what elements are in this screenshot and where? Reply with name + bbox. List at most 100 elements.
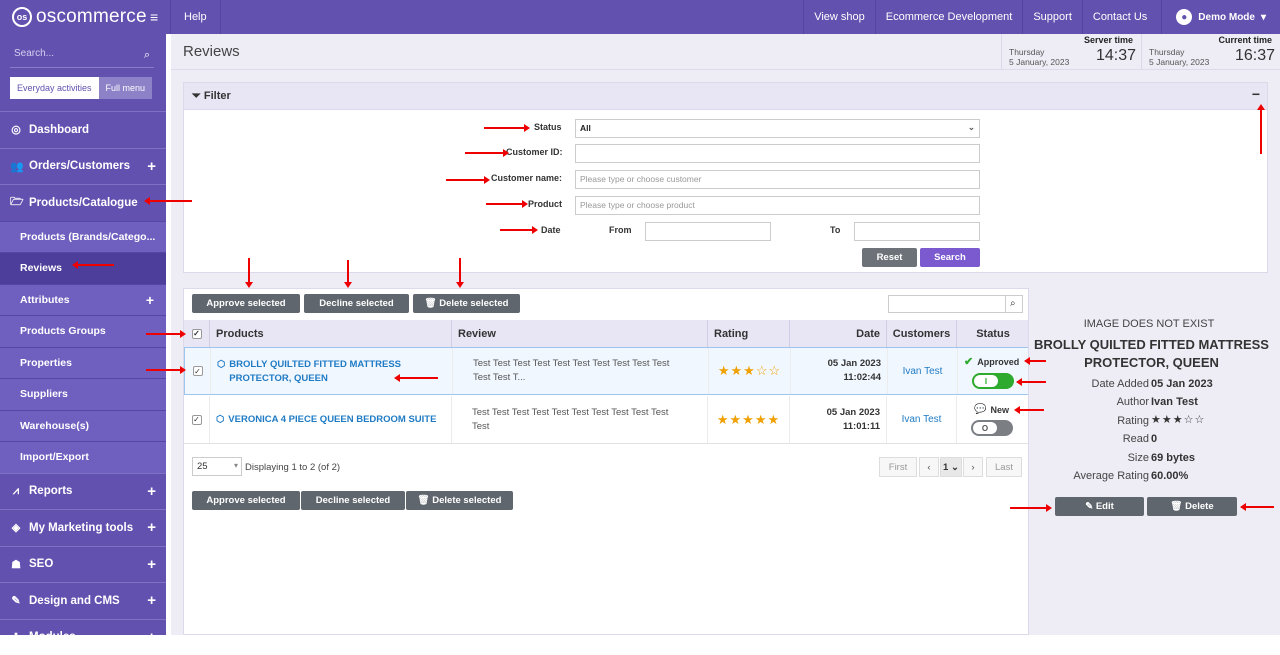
from-label: From — [609, 225, 632, 235]
table-row[interactable]: ✓ ⬡ VERONICA 4 PIECE QUEEN BEDROOM SUITE… — [184, 396, 1029, 444]
col-status[interactable]: Status — [957, 320, 1029, 347]
edit-button[interactable]: ✎ Edit — [1055, 497, 1144, 516]
sidebar-item-reports[interactable]: ⩘Reports+ — [0, 473, 166, 510]
brand-logo[interactable]: os oscommerce — [12, 6, 147, 28]
sidebar-subitem-products-groups[interactable]: Products Groups — [0, 315, 166, 347]
check-icon: ✔ — [964, 355, 973, 368]
last-page-button[interactable]: Last — [986, 457, 1022, 477]
expand-icon[interactable]: + — [147, 158, 156, 175]
per-page-select[interactable]: 25▾ — [192, 457, 242, 476]
customer-link[interactable]: Ivan Test — [903, 366, 943, 377]
contact-us-link[interactable]: Contact Us — [1082, 0, 1161, 34]
select-all-checkbox[interactable]: ✓ — [192, 329, 202, 339]
sidebar-item-products-catalogue[interactable]: 🗁Products/Catalogue — [0, 184, 166, 221]
server-time: Server time Thursday5 January, 2023 14:3… — [1001, 34, 1141, 70]
sidebar-search-input[interactable]: Search... ⌕ — [10, 44, 154, 68]
filter-header[interactable]: ⏷ Filter − — [184, 83, 1267, 110]
col-customers[interactable]: Customers — [887, 320, 957, 347]
expand-icon[interactable]: + — [147, 483, 156, 500]
sidebar-subitem-reviews[interactable]: Reviews — [0, 252, 166, 284]
expand-icon[interactable]: + — [147, 592, 156, 609]
search-icon[interactable]: ⌕ — [144, 49, 150, 62]
support-link[interactable]: Support — [1022, 0, 1082, 34]
sidebar-subitem-products-brands[interactable]: Products (Brands/Catego... — [0, 221, 166, 253]
status-cell: 💬New O — [957, 396, 1029, 443]
reset-button[interactable]: Reset — [862, 248, 917, 267]
decline-selected-button[interactable]: Decline selected — [304, 294, 409, 313]
customer-id-input[interactable] — [575, 144, 980, 163]
table-row[interactable]: ✓ ⬡ BROLLY QUILTED FITTED MATTRESS PROTE… — [184, 347, 1029, 395]
expand-icon[interactable]: + — [146, 292, 154, 308]
row-checkbox[interactable]: ✓ — [193, 366, 203, 376]
decline-selected-button-bottom[interactable]: Decline selected — [301, 491, 405, 510]
sidebar-subitem-import-export[interactable]: Import/Export — [0, 441, 166, 473]
col-products[interactable]: Products — [210, 320, 452, 347]
table-search-icon[interactable]: ⌕ — [1005, 295, 1023, 313]
help-link[interactable]: Help — [170, 0, 221, 34]
status-select[interactable]: All⌄ — [575, 119, 980, 138]
delete-selected-button[interactable]: 🗑 Delete selected — [413, 294, 520, 313]
customer-name-input[interactable]: Please type or choose customer — [575, 170, 980, 189]
puzzle-icon: ✚ — [10, 631, 22, 644]
product-link[interactable]: VERONICA 4 PIECE QUEEN BEDROOM SUITE — [228, 413, 436, 427]
hamburger-menu-icon[interactable]: ≡ — [150, 9, 158, 25]
date-day: 05 Jan 2023 — [828, 358, 881, 369]
first-page-button[interactable]: First — [879, 457, 917, 477]
delete-selected-button-bottom[interactable]: 🗑 Delete selected — [406, 491, 513, 510]
sidebar-item-dashboard[interactable]: ◎Dashboard — [0, 111, 166, 148]
annotation-arrow — [465, 152, 503, 154]
annotation-arrow — [150, 200, 192, 202]
sidebar-subitem-suppliers[interactable]: Suppliers — [0, 378, 166, 410]
sidebar-subitem-properties[interactable]: Properties — [0, 347, 166, 379]
server-time-label: Server time — [1084, 35, 1133, 45]
expand-icon[interactable]: + — [147, 629, 156, 646]
view-shop-link[interactable]: View shop — [803, 0, 875, 34]
customer-link[interactable]: Ivan Test — [902, 414, 942, 425]
product-label: Product — [528, 199, 562, 209]
search-button[interactable]: Search — [920, 248, 980, 267]
page-select[interactable]: 1 ⌄ — [940, 457, 962, 477]
annotation-arrow — [248, 258, 250, 282]
sidebar-item-design-cms[interactable]: ✎Design and CMS+ — [0, 582, 166, 619]
sidebar-item-marketing[interactable]: ◈My Marketing tools+ — [0, 509, 166, 546]
prev-page-icon[interactable]: ‹ — [919, 457, 939, 477]
filter-icon: ⏷ — [192, 90, 201, 102]
approve-selected-button[interactable]: Approve selected — [192, 294, 300, 313]
row-checkbox[interactable]: ✓ — [192, 415, 202, 425]
delete-button[interactable]: 🗑 Delete — [1147, 497, 1237, 516]
main-content: Reviews Server time Thursday5 January, 2… — [171, 34, 1280, 635]
product-link[interactable]: BROLLY QUILTED FITTED MATTRESS PROTECTOR… — [229, 358, 452, 386]
users-icon: 👥 — [10, 160, 22, 173]
pencil-icon: ✎ — [1085, 501, 1096, 512]
col-rating[interactable]: Rating — [708, 320, 790, 347]
ecommerce-development-link[interactable]: Ecommerce Development — [875, 0, 1023, 34]
expand-icon[interactable]: + — [147, 556, 156, 573]
sidebar-subitem-attributes[interactable]: Attributes+ — [0, 284, 166, 316]
user-menu[interactable]: ● Demo Mode ▾ — [1161, 0, 1280, 34]
col-date[interactable]: Date — [790, 320, 887, 347]
col-review[interactable]: Review — [452, 320, 708, 347]
chevron-down-icon: ⌄ — [968, 122, 975, 133]
status-label: Status — [534, 122, 562, 132]
date-from-input[interactable] — [645, 222, 771, 241]
caret-down-icon: ▾ — [1261, 12, 1266, 23]
status-toggle[interactable]: O — [971, 420, 1013, 436]
everyday-activities-button[interactable]: Everyday activities — [10, 77, 99, 99]
collapse-icon[interactable]: − — [1252, 86, 1260, 102]
page-header: Reviews Server time Thursday5 January, 2… — [171, 34, 1280, 70]
date-to-input[interactable] — [854, 222, 980, 241]
approve-selected-button-bottom[interactable]: Approve selected — [192, 491, 300, 510]
sidebar-menu: ◎Dashboard 👥Orders/Customers+ 🗁Products/… — [0, 111, 166, 655]
sidebar-item-orders-customers[interactable]: 👥Orders/Customers+ — [0, 148, 166, 185]
logo-icon: os — [12, 7, 32, 27]
sidebar-item-seo[interactable]: ☗SEO+ — [0, 546, 166, 583]
product-input[interactable]: Please type or choose product — [575, 196, 980, 215]
table-search-input[interactable] — [888, 295, 1006, 313]
sidebar-item-modules[interactable]: ✚Modules+ — [0, 619, 166, 655]
annotation-arrow — [484, 127, 524, 129]
expand-icon[interactable]: + — [147, 519, 156, 536]
next-page-icon[interactable]: › — [963, 457, 983, 477]
full-menu-button[interactable]: Full menu — [99, 77, 153, 99]
status-toggle[interactable]: I — [972, 373, 1014, 389]
sidebar-subitem-warehouses[interactable]: Warehouse(s) — [0, 410, 166, 442]
